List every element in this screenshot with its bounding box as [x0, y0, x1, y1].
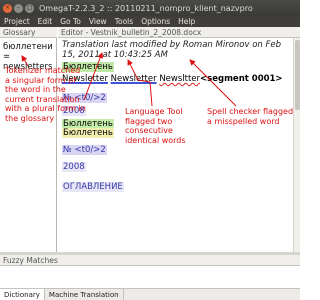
- menu-goto[interactable]: Go To: [56, 17, 85, 26]
- menu-edit[interactable]: Edit: [34, 17, 57, 26]
- tokenizer-annotation: Tokenizer matched a singular form of the…: [5, 66, 86, 123]
- title-bar: × – □ OmegaT-2.2.3_2 :: 20110211_nompro_…: [0, 0, 300, 16]
- close-window-button[interactable]: ×: [3, 3, 12, 13]
- fuzzy-matches-pane: Fuzzy Matches: [0, 255, 300, 288]
- translation-info: Translation last modified by Roman Miron…: [62, 40, 282, 60]
- menu-bar: Project Edit Go To View Tools Options He…: [0, 16, 300, 27]
- segment-line[interactable]: № <t0/>2: [62, 145, 107, 155]
- scrollbar-thumb[interactable]: [295, 40, 300, 110]
- misspelled-word: Newsltter: [159, 74, 201, 84]
- target-word: Newsletter: [110, 74, 157, 84]
- bottom-tab-bar: Dictionary Machine Translation: [0, 288, 300, 300]
- window-title: OmegaT-2.2.3_2 :: 20110211_nompro_klient…: [39, 3, 253, 13]
- language-tool-annotation: Language Tool flagged two consecutive id…: [125, 107, 186, 145]
- glossary-pane: Glossary бюллетени = newsletters: [0, 27, 57, 252]
- menu-tools[interactable]: Tools: [111, 17, 137, 26]
- spell-checker-annotation: Spell checker flagged a misspelled word: [207, 107, 294, 126]
- segment-line[interactable]: ОГЛАВЛЕНИЕ: [62, 182, 124, 192]
- editor-scrollbar[interactable]: [293, 38, 300, 252]
- target-segment[interactable]: Newsletter Newsletter Newsltter<segment …: [62, 74, 283, 84]
- window-controls: × – □: [3, 3, 34, 13]
- segment-line[interactable]: Бюллетень: [62, 128, 114, 138]
- glossary-header[interactable]: Glossary: [0, 27, 57, 38]
- editor-header[interactable]: Editor - Vestnik_bulletin_2_2008.docx: [58, 27, 300, 38]
- fuzzy-matches-header[interactable]: Fuzzy Matches: [0, 255, 300, 266]
- menu-help[interactable]: Help: [174, 17, 199, 26]
- tab-machine-translation[interactable]: Machine Translation: [45, 289, 124, 300]
- tab-dictionary[interactable]: Dictionary: [0, 289, 45, 300]
- maximize-window-button[interactable]: □: [25, 3, 34, 13]
- menu-options[interactable]: Options: [137, 17, 174, 26]
- segment-line[interactable]: 2008: [62, 162, 86, 172]
- menu-view[interactable]: View: [85, 17, 111, 26]
- menu-project[interactable]: Project: [0, 17, 34, 26]
- minimize-window-button[interactable]: –: [14, 3, 23, 13]
- segment-marker: <segment 0001>: [200, 74, 283, 84]
